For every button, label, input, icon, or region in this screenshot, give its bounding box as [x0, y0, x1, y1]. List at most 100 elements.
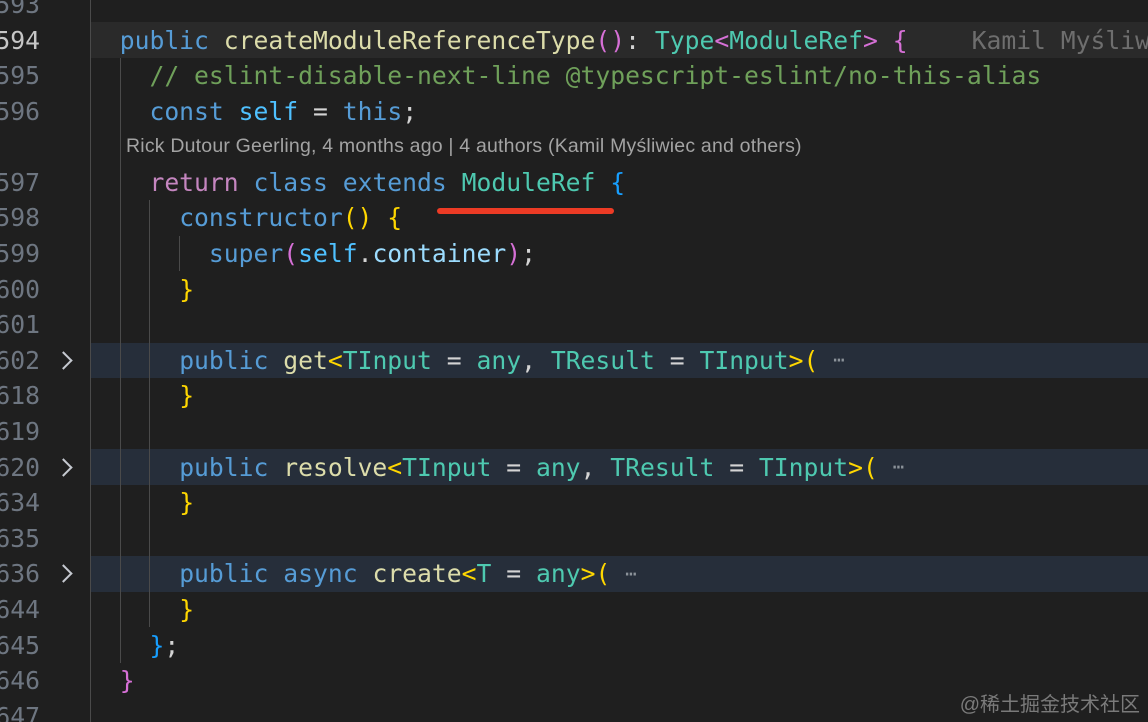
indent-guide	[90, 128, 91, 165]
code-line: 600 }	[0, 271, 1148, 307]
code-token: TResult	[610, 452, 715, 482]
git-blame-codelens-text[interactable]: Rick Dutour Geerling, 4 months ago | 4 a…	[126, 135, 802, 158]
code-content[interactable]: return class extends ModuleRef {	[90, 164, 1148, 201]
code-content[interactable]: public get < TInput = any, TResult = TInpu…	[90, 342, 1148, 379]
indent-guide	[119, 449, 121, 485]
red-underline-annotation	[437, 207, 614, 214]
indent-guide	[119, 128, 121, 165]
code-content[interactable]	[90, 0, 1148, 23]
chevron-right-icon[interactable]	[40, 449, 90, 485]
git-blame-codelens[interactable]: Rick Dutour Geerling, 4 months ago | 4 a…	[90, 128, 1148, 165]
line-number[interactable]: 596	[0, 93, 40, 129]
gutter: 598	[0, 200, 90, 236]
folded-code-ellipsis[interactable]: ⋯	[833, 349, 845, 371]
line-number[interactable]: 620	[0, 449, 40, 485]
folded-code-ellipsis[interactable]: ⋯	[893, 456, 905, 478]
code-content[interactable]: }	[90, 591, 1148, 628]
indent-guide	[90, 520, 91, 557]
indent-guide	[90, 556, 91, 592]
fold-gutter-space	[40, 22, 90, 58]
fold-gutter-space	[40, 378, 90, 414]
code-content[interactable]: };	[90, 627, 1148, 663]
line-number[interactable]: 618	[0, 378, 40, 414]
gutter: 594	[0, 22, 90, 58]
code-token: ()	[342, 203, 373, 233]
indent-guide	[90, 378, 91, 414]
code-content[interactable]: }	[90, 271, 1148, 307]
code-token: >(	[788, 345, 819, 375]
line-number[interactable]: 645	[0, 627, 40, 663]
code-line: 593	[0, 0, 1148, 23]
code-line: 594 public createModuleReferenceType(): …	[0, 22, 1148, 58]
code-token: TResult	[550, 345, 655, 375]
chevron-right-icon[interactable]	[40, 343, 90, 379]
line-number[interactable]: 619	[0, 414, 40, 450]
line-number[interactable]: 597	[0, 165, 40, 201]
code-content[interactable]: constructor() {	[90, 200, 1148, 236]
line-number[interactable]: 644	[0, 592, 40, 628]
code-token: }	[119, 666, 135, 696]
indent-guide	[90, 235, 91, 272]
line-number[interactable]: 600	[0, 271, 40, 307]
fold-gutter-space	[40, 414, 90, 450]
code-content[interactable]: const self = this;	[90, 93, 1148, 129]
code-token: const	[149, 96, 224, 126]
line-number[interactable]: 594	[0, 22, 40, 58]
code-token: Type	[654, 25, 715, 55]
folded-code-ellipsis[interactable]: ⋯	[625, 563, 637, 585]
chevron-right-icon[interactable]	[40, 556, 90, 592]
gutter: 596	[0, 93, 90, 129]
gutter: 618	[0, 378, 90, 414]
code-content[interactable]	[90, 306, 1148, 343]
gutter: 645	[0, 627, 90, 663]
code-content[interactable]: public createModuleReferenceType(): Type…	[90, 22, 1148, 58]
code-token: ModuleRef	[461, 167, 596, 197]
indent-guide	[90, 164, 91, 201]
line-number[interactable]: 595	[0, 58, 40, 94]
code-token: =	[491, 559, 536, 589]
code-line: 598 constructor() {	[0, 200, 1148, 236]
code-content[interactable]: public async create < T = any >( ⋯	[90, 556, 1148, 592]
code-token: ,	[521, 345, 551, 375]
indent-guide	[149, 556, 151, 592]
code-line: 602 public get < TInput = any, TResult = T…	[0, 342, 1148, 379]
line-number[interactable]: 602	[0, 343, 40, 379]
indent-guide	[90, 93, 91, 129]
code-token: }	[179, 595, 195, 624]
indent-guide	[90, 0, 91, 23]
code-line: 618 }	[0, 378, 1148, 414]
line-number[interactable]: 646	[0, 663, 40, 699]
line-number[interactable]	[0, 129, 40, 165]
indent-guide	[90, 698, 91, 722]
line-number[interactable]: 593	[0, 0, 40, 22]
code-content[interactable]: // eslint-disable-next-line @typescript-…	[90, 57, 1148, 94]
code-line: 595 // eslint-disable-next-line @typescr…	[0, 57, 1148, 94]
line-number[interactable]: 635	[0, 521, 40, 557]
code-content[interactable]	[90, 520, 1148, 557]
line-number[interactable]: 601	[0, 307, 40, 343]
line-number[interactable]: 636	[0, 556, 40, 592]
code-content[interactable]: public resolve < TInput = any, TResult = T…	[90, 449, 1148, 485]
code-content[interactable]	[90, 413, 1148, 450]
line-number[interactable]: 634	[0, 485, 40, 521]
code-token: createModuleReferenceType	[223, 25, 596, 55]
line-number[interactable]: 647	[0, 698, 40, 722]
indent-guide	[119, 556, 121, 592]
code-content[interactable]: super(self. container);	[90, 235, 1148, 272]
code-token: resolve	[283, 452, 388, 482]
line-number[interactable]: 598	[0, 200, 40, 236]
code-content[interactable]: }	[90, 484, 1148, 521]
gutter: 599	[0, 236, 90, 272]
code-token: // eslint-disable-next-line @typescript-…	[149, 61, 1042, 91]
code-token: public	[119, 25, 209, 55]
code-content[interactable]: }	[90, 378, 1148, 414]
line-number[interactable]: 599	[0, 236, 40, 272]
code-token: }	[179, 381, 195, 411]
